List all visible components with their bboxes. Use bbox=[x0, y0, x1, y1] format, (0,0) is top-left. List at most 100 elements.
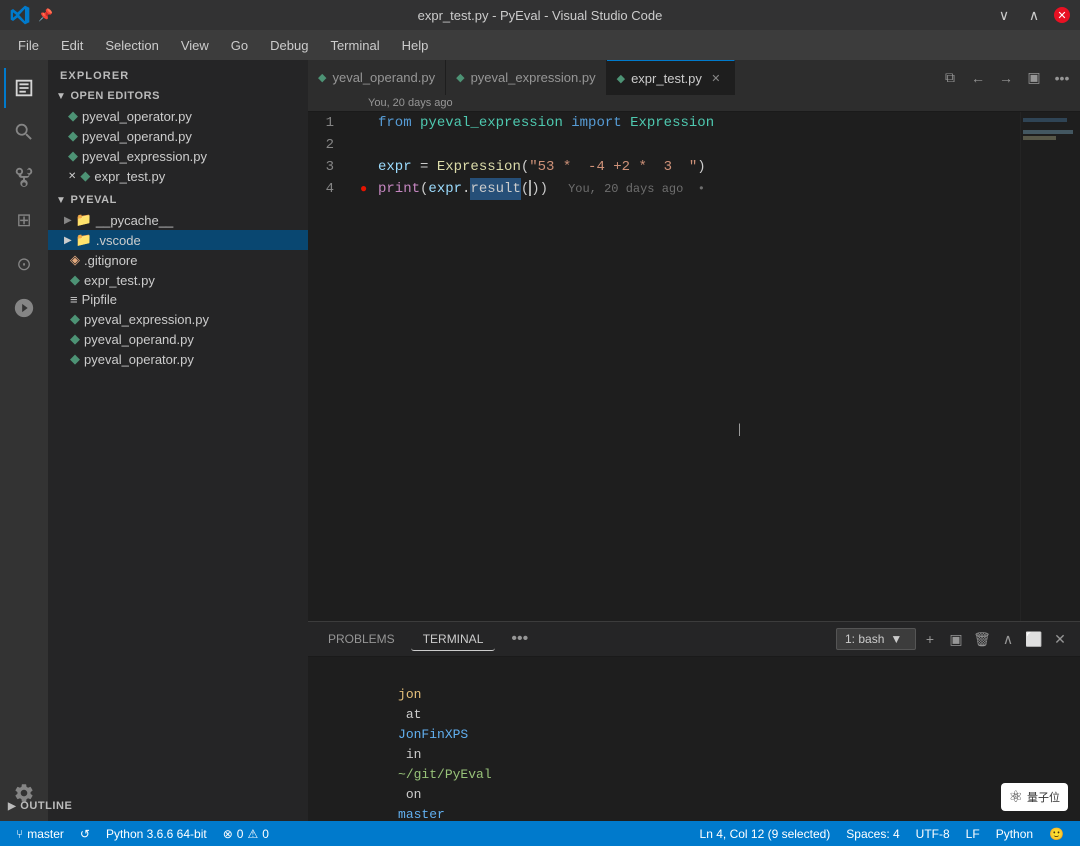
terminal-at: at bbox=[398, 707, 429, 722]
navigate-back-button[interactable]: ← bbox=[966, 66, 990, 90]
menu-item-debug[interactable]: Debug bbox=[260, 34, 318, 57]
titlebar-controls: ∨ ∧ ✕ bbox=[994, 5, 1070, 25]
status-errors[interactable]: ⊗ 0 ⚠ 0 bbox=[215, 821, 277, 846]
outline-label: OUTLINE bbox=[48, 800, 72, 812]
terminal-tab-problems[interactable]: PROBLEMS bbox=[316, 628, 407, 650]
open-editor-expr-test[interactable]: ✕ ◆ expr_test.py bbox=[48, 166, 308, 186]
split-editor-button[interactable]: ⧉ bbox=[938, 66, 962, 90]
menu-item-view[interactable]: View bbox=[171, 34, 219, 57]
status-ln-col[interactable]: Ln 4, Col 12 (9 selected) bbox=[692, 821, 839, 846]
terminal-split-view-button[interactable]: ⬜ bbox=[1022, 627, 1046, 651]
func-expression: Expression bbox=[437, 156, 521, 178]
tab-close-button[interactable]: ✕ bbox=[708, 70, 724, 86]
status-spaces[interactable]: Spaces: 4 bbox=[838, 821, 907, 846]
terminal-tab-terminal[interactable]: TERMINAL bbox=[411, 628, 496, 651]
git-branch-icon: ⑂ bbox=[16, 827, 23, 841]
minimap-line-3 bbox=[1023, 130, 1073, 134]
activity-explorer[interactable] bbox=[4, 68, 44, 108]
tree-pyeval-operator[interactable]: ◆ pyeval_operator.py bbox=[48, 349, 308, 369]
status-language[interactable]: Python bbox=[988, 821, 1041, 846]
tab-yeval-operand[interactable]: ◆ yeval_operand.py bbox=[308, 60, 446, 95]
folder-icon: 📁 bbox=[76, 232, 92, 248]
warning-icon: ⚠ bbox=[247, 827, 258, 841]
terminal-host: JonFinXPS bbox=[398, 727, 468, 742]
git-icon: ◈ bbox=[70, 252, 80, 268]
status-line-ending[interactable]: LF bbox=[958, 821, 988, 846]
tree-item-label: pyeval_operand.py bbox=[84, 332, 194, 347]
code-editor[interactable]: 1 2 3 4 from pyeval_expression import bbox=[308, 112, 1020, 621]
py-icon: ◆ bbox=[70, 311, 80, 327]
statusbar: ⑂ master ↺ Python 3.6.6 64-bit ⊗ 0 ⚠ 0 L… bbox=[0, 821, 1080, 846]
layout-button[interactable]: ▣ bbox=[1022, 66, 1046, 90]
menu-item-selection[interactable]: Selection bbox=[95, 34, 168, 57]
navigate-forward-button[interactable]: → bbox=[994, 66, 1018, 90]
outline-section[interactable]: ▶ OUTLINE bbox=[48, 796, 260, 816]
tree-pyeval-operand[interactable]: ◆ pyeval_operand.py bbox=[48, 329, 308, 349]
file-icon: ≡ bbox=[70, 292, 78, 307]
terminal-in: in bbox=[398, 747, 429, 762]
tree-pyeval-expression[interactable]: ◆ pyeval_expression.py bbox=[48, 309, 308, 329]
delete-terminal-button[interactable]: 🗑 bbox=[970, 627, 994, 651]
tree-pipfile[interactable]: ≡ Pipfile bbox=[48, 290, 308, 309]
open-editor-pyeval-operator[interactable]: ◆ pyeval_operator.py bbox=[48, 106, 308, 126]
open-editors-section[interactable]: ▼ OPEN EDITORS bbox=[48, 86, 308, 106]
watermark-text: 量子位 bbox=[1027, 789, 1060, 805]
error-count: 0 bbox=[237, 827, 244, 841]
activity-debug[interactable] bbox=[4, 288, 44, 328]
titlebar-title: expr_test.py - PyEval - Visual Studio Co… bbox=[418, 8, 663, 23]
status-sync[interactable]: ↺ bbox=[72, 821, 98, 846]
open-editor-pyeval-expression[interactable]: ◆ pyeval_expression.py bbox=[48, 146, 308, 166]
menu-item-help[interactable]: Help bbox=[392, 34, 439, 57]
status-python[interactable]: Python 3.6.6 64-bit bbox=[98, 821, 215, 846]
status-branch[interactable]: ⑂ master bbox=[8, 821, 72, 846]
activitybar: ⊞ ⊙ bbox=[0, 60, 48, 821]
line-numbers: 1 2 3 4 bbox=[308, 112, 358, 621]
tree-vscode[interactable]: ▶ 📁 .vscode bbox=[48, 230, 308, 250]
menu-item-go[interactable]: Go bbox=[221, 34, 258, 57]
status-python-label: Python 3.6.6 64-bit bbox=[106, 827, 207, 841]
status-feedback[interactable]: 🙂 bbox=[1041, 821, 1072, 846]
minimize-button[interactable]: ∨ bbox=[994, 5, 1014, 25]
terminal-dropdown[interactable]: 1: bash ▼ bbox=[836, 628, 916, 650]
tab-expr-test[interactable]: ◆ expr_test.py ✕ bbox=[607, 60, 735, 95]
tree-expr-test[interactable]: ◆ expr_test.py bbox=[48, 270, 308, 290]
keyword-import: import bbox=[571, 112, 621, 134]
terminal-maximize-button[interactable]: ∧ bbox=[996, 627, 1020, 651]
activity-source-control[interactable] bbox=[4, 156, 44, 196]
close-button[interactable]: ✕ bbox=[1054, 7, 1070, 23]
minimap-line-4 bbox=[1023, 136, 1056, 140]
maximize-button[interactable]: ∧ bbox=[1024, 5, 1044, 25]
py-icon: ◆ bbox=[70, 331, 80, 347]
terminal-tab-more[interactable]: ••• bbox=[499, 626, 540, 652]
tree-item-label: expr_test.py bbox=[84, 273, 155, 288]
activity-extensions[interactable]: ⊞ bbox=[4, 200, 44, 240]
var-expr2: expr bbox=[428, 178, 462, 200]
menu-item-terminal[interactable]: Terminal bbox=[320, 34, 389, 57]
terminal-on: on bbox=[398, 787, 429, 802]
minimap-content bbox=[1021, 112, 1080, 146]
activity-remote[interactable]: ⊙ bbox=[4, 244, 44, 284]
terminal-panel: PROBLEMS TERMINAL ••• 1: bash ▼ + ▣ 🗑 ∧ … bbox=[308, 621, 1080, 821]
menu-item-file[interactable]: File bbox=[8, 34, 49, 57]
tree-pycache[interactable]: ▶ 📁 __pycache__ bbox=[48, 210, 308, 230]
more-actions-button[interactable]: ••• bbox=[1050, 66, 1074, 90]
terminal-content[interactable]: jon at JonFinXPS in ~/git/PyEval on mast… bbox=[308, 657, 1080, 821]
add-terminal-button[interactable]: + bbox=[918, 627, 942, 651]
tab-pyeval-expression[interactable]: ◆ pyeval_expression.py bbox=[446, 60, 607, 95]
py-file-icon: ◆ bbox=[80, 168, 90, 184]
open-editor-pyeval-operand[interactable]: ◆ pyeval_operand.py bbox=[48, 126, 308, 146]
split-terminal-button[interactable]: ▣ bbox=[944, 627, 968, 651]
line-num-2: 2 bbox=[308, 134, 346, 156]
project-section[interactable]: ▼ PYEVAL bbox=[48, 190, 308, 210]
terminal-close-button[interactable]: ✕ bbox=[1048, 627, 1072, 651]
menu-item-edit[interactable]: Edit bbox=[51, 34, 93, 57]
code-content: 1 2 3 4 from pyeval_expression import bbox=[308, 112, 1020, 621]
module-name: pyeval_expression bbox=[420, 112, 563, 134]
activity-search[interactable] bbox=[4, 112, 44, 152]
tree-gitignore[interactable]: ◈ .gitignore bbox=[48, 250, 308, 270]
sync-icon: ↺ bbox=[80, 827, 90, 841]
status-spaces-label: Spaces: 4 bbox=[846, 827, 899, 841]
watermark-icon: ⚛ bbox=[1009, 787, 1023, 807]
tree-item-label: pyeval_operator.py bbox=[84, 352, 194, 367]
status-encoding[interactable]: UTF-8 bbox=[908, 821, 958, 846]
